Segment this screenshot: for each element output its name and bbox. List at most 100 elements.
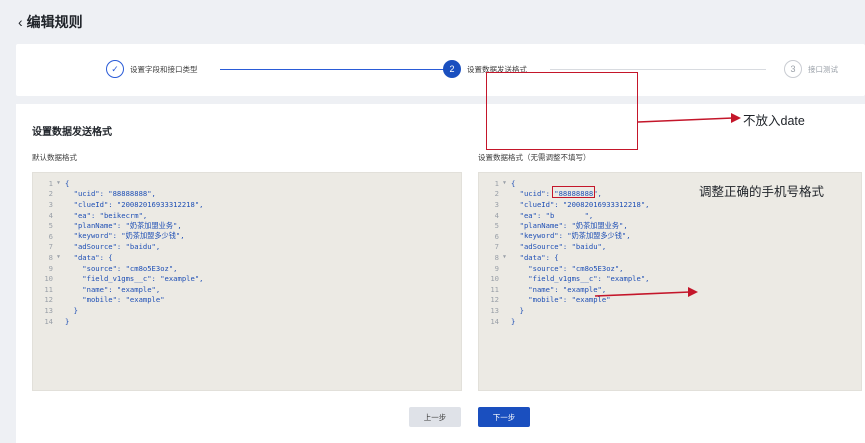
code-text: "planName": "奶茶加盟业务", [65, 220, 182, 230]
code-text: { [511, 178, 516, 188]
line-number: 3 [494, 199, 499, 209]
line-number: 4 [494, 210, 499, 220]
code-text: "adSource": "baidu", [511, 242, 607, 252]
step-connector-1 [220, 69, 450, 70]
line-number: 1 [494, 178, 499, 188]
fold-arrow-icon[interactable]: ▼ [503, 254, 511, 260]
line-number: 5 [494, 221, 499, 231]
line-number: 13 [490, 305, 499, 315]
code-line: 5 "planName": "奶茶加盟业务", [479, 220, 861, 231]
code-text: "data": { [65, 252, 113, 262]
line-number: 10 [44, 274, 53, 284]
section-title: 设置数据发送格式 [32, 127, 112, 138]
code-line: 9 "source": "cm8o5E3oz", [33, 263, 461, 274]
code-line: 6 "keyword": "奶茶加盟多少钱", [479, 231, 861, 242]
line-number: 14 [490, 316, 499, 326]
custom-format-editor[interactable]: 1 ▼{2 "ucid": "88888888", 3 "clueId": "200… [478, 172, 862, 391]
code-text: "adSource": "baidu", [65, 242, 161, 252]
prev-step-button[interactable]: 上一步 [409, 407, 461, 427]
code-line: 14} [33, 316, 461, 327]
code-text: "source": "cm8o5E3oz", [511, 263, 624, 273]
chevron-left-icon: ‹ [18, 14, 23, 30]
code-line: 4 "ea": "beikecrm", [33, 210, 461, 221]
code-line: 6 "keyword": "奶茶加盟多少钱", [33, 231, 461, 242]
code-line: 9 "source": "cm8o5E3oz", [479, 263, 861, 274]
code-line: 13 } [33, 305, 461, 316]
code-line: 13 } [479, 305, 861, 316]
code-text: } [65, 305, 78, 315]
code-line: 5 "planName": "奶茶加盟业务", [33, 220, 461, 231]
line-number: 14 [44, 316, 53, 326]
code-text: { [65, 178, 70, 188]
fold-arrow-icon[interactable]: ▼ [57, 180, 65, 186]
custom-format-label: 设置数据格式（无需调整不填写） [478, 153, 591, 162]
code-line: 7 "adSource": "baidu", [479, 242, 861, 253]
code-line: 11 "name": "example", [33, 284, 461, 295]
line-number: 6 [494, 231, 499, 241]
fold-arrow-icon[interactable]: ▼ [57, 254, 65, 260]
fold-arrow-icon[interactable]: ▼ [503, 180, 511, 186]
step-3-number: 3 [784, 60, 802, 78]
code-text: "mobile": "example" [511, 295, 611, 305]
code-text: "name": "example", [65, 284, 161, 294]
line-number: 11 [490, 284, 499, 294]
annotation-box-fields [486, 72, 638, 150]
line-number: 8 [48, 252, 53, 262]
code-line: 14} [479, 316, 861, 327]
annotation-box-mobile [552, 186, 595, 198]
code-text: "field_v1gms__c": "example", [511, 274, 650, 284]
code-text: "field_v1gms__c": "example", [65, 274, 204, 284]
line-number: 12 [490, 295, 499, 305]
steps-bar: ✓ 设置字段和接口类型 2 设置数据发送格式 3 接口测试 [16, 44, 865, 96]
code-line: 12 "mobile": "example" [33, 295, 461, 306]
code-line: 3 "clueId": "20082016933312218", [479, 199, 861, 210]
code-text: } [65, 316, 70, 326]
line-number: 1 [48, 178, 53, 188]
code-line: 8 ▼ "data": { [33, 252, 461, 263]
line-number: 10 [490, 274, 499, 284]
code-text: "clueId": "20082016933312218", [65, 199, 204, 209]
code-text: "source": "cm8o5E3oz", [65, 263, 178, 273]
annotation-text-2: 调整正确的手机号格式 [699, 185, 825, 199]
next-step-button[interactable]: 下一步 [478, 407, 530, 427]
code-line: 1 ▼{ [33, 178, 461, 189]
back-button[interactable]: ‹ 编辑规则 [18, 12, 83, 32]
code-text: "ucid": "88888888", [65, 189, 156, 199]
line-number: 11 [44, 284, 53, 294]
code-line: 10 "field_v1gms__c": "example", [33, 273, 461, 284]
default-format-editor[interactable]: 1 ▼{2 "ucid": "88888888", 3 "clueId": "200… [32, 172, 462, 391]
step-1-label: 设置字段和接口类型 [130, 64, 198, 74]
code-line: 12 "mobile": "example" [479, 295, 861, 306]
line-number: 13 [44, 305, 53, 315]
code-text: "keyword": "奶茶加盟多少钱", [65, 231, 185, 241]
code-line: 11 "name": "example", [479, 284, 861, 295]
code-line: 7 "adSource": "baidu", [33, 242, 461, 253]
code-text: } [511, 305, 524, 315]
step-connector-2 [550, 69, 766, 70]
code-text: "ea": "b ", [511, 210, 594, 220]
line-number: 8 [494, 252, 499, 262]
line-number: 3 [48, 199, 53, 209]
line-number: 9 [48, 263, 53, 273]
line-number: 2 [48, 189, 53, 199]
step-2-number: 2 [443, 60, 461, 78]
default-format-label: 默认数据格式 [32, 153, 77, 162]
line-number: 7 [48, 242, 53, 252]
line-number: 4 [48, 210, 53, 220]
line-number: 6 [48, 231, 53, 241]
code-line: 10 "field_v1gms__c": "example", [479, 273, 861, 284]
line-number: 12 [44, 295, 53, 305]
annotation-text-1: 不放入date [743, 114, 805, 128]
code-text: "clueId": "20082016933312218", [511, 199, 650, 209]
code-text: } [511, 316, 516, 326]
code-line: 2 "ucid": "88888888", [33, 189, 461, 200]
page-header: ‹ 编辑规则 [0, 0, 865, 44]
code-text: "data": { [511, 252, 559, 262]
page-title: 编辑规则 [26, 14, 83, 30]
code-line: 3 "clueId": "20082016933312218", [33, 199, 461, 210]
line-number: 5 [48, 221, 53, 231]
step-3[interactable]: 3 接口测试 [784, 60, 838, 78]
code-text: "ea": "beikecrm", [65, 210, 148, 220]
step-1[interactable]: ✓ 设置字段和接口类型 [106, 60, 198, 78]
step-3-label: 接口测试 [808, 64, 838, 74]
